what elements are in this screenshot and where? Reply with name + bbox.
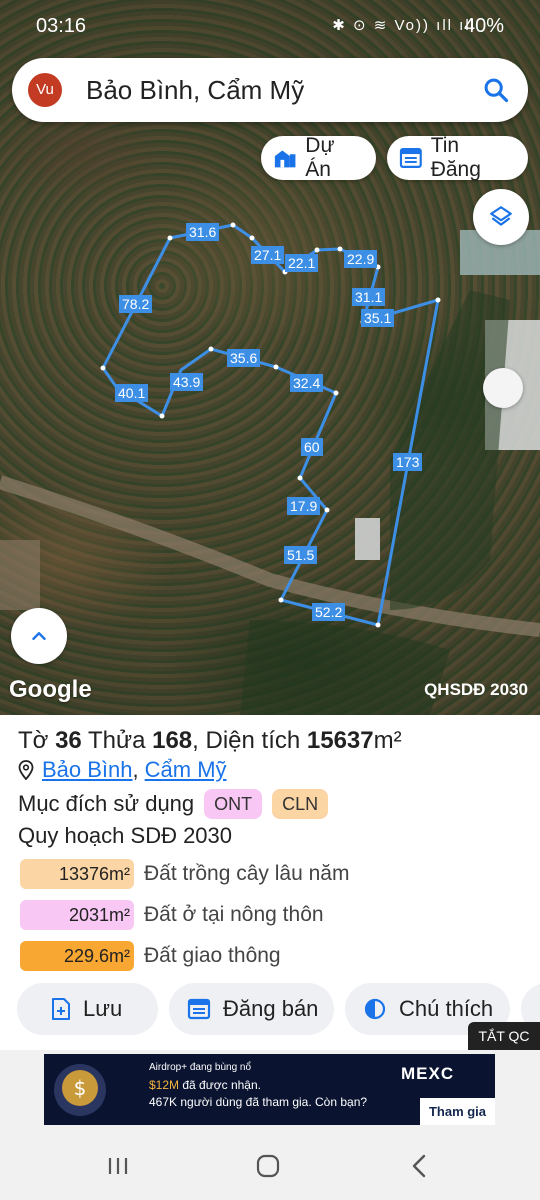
system-nav-bar bbox=[0, 1132, 540, 1200]
search-icon[interactable] bbox=[482, 76, 510, 104]
calendar-list-icon bbox=[187, 998, 211, 1020]
action-bar: Lưu Đăng bán Chú thích bbox=[0, 983, 540, 1037]
segment-length-label: 31.1 bbox=[352, 288, 386, 306]
location-separator: , bbox=[132, 757, 139, 782]
status-bar: 03:16 ✱ ⊙ ≋ Vo)) ıll ıll 40% bbox=[0, 0, 540, 52]
save-button[interactable]: Lưu bbox=[17, 983, 158, 1035]
post-for-sale-button[interactable]: Đăng bán bbox=[169, 983, 334, 1035]
segment-length-label: 27.1 bbox=[251, 246, 285, 264]
chevron-up-icon bbox=[32, 632, 46, 640]
segment-length-label: 40.1 bbox=[115, 384, 149, 402]
plan-row: 13376m² Đất trồng cây lâu năm bbox=[20, 859, 349, 889]
purpose-label: Mục đích sử dụng bbox=[18, 791, 195, 816]
land-purpose: Mục đích sử dụng ONT CLN bbox=[18, 789, 329, 819]
plot-prefix: Thửa bbox=[88, 727, 146, 754]
ad-line-3: 467K người dùng đã tham gia. Còn bạn? bbox=[149, 1095, 368, 1109]
plan-row-name: Đất giao thông bbox=[144, 944, 281, 967]
save-label: Lưu bbox=[83, 996, 123, 1021]
parcel-summary: Tờ 36 Thửa 168, Diện tích 15637m² bbox=[18, 727, 402, 755]
plan-row-area: 229.6m² bbox=[20, 941, 134, 971]
ad-line-1: Airdrop+ đang bùng nổ bbox=[149, 1062, 252, 1073]
du-an-label: Dự Án bbox=[305, 134, 335, 181]
segment-length-label: 51.5 bbox=[284, 546, 318, 564]
ad-area: $ Airdrop+ đang bùng nổ $12M đã được nhậ… bbox=[0, 1050, 540, 1132]
segment-length-label: 32.4 bbox=[290, 374, 324, 392]
post-for-sale-label: Đăng bán bbox=[223, 996, 319, 1021]
segment-length-label: 22.9 bbox=[344, 250, 378, 268]
ad-brand: MEXC bbox=[401, 1064, 455, 1083]
layers-button[interactable] bbox=[473, 189, 529, 245]
segment-length-label: 17.9 bbox=[287, 497, 321, 515]
segment-length-label: 78.2 bbox=[119, 295, 153, 313]
plan-row-area: 13376m² bbox=[20, 859, 134, 889]
area-prefix: , Diện tích bbox=[192, 727, 301, 754]
layers-icon bbox=[490, 206, 512, 226]
battery-level: 40% bbox=[463, 15, 504, 37]
plan-title: Quy hoạch SDĐ 2030 bbox=[18, 823, 233, 848]
segment-length-label: 173 bbox=[393, 453, 423, 471]
search-bar[interactable]: Vu Bảo Bình, Cẩm Mỹ bbox=[12, 58, 528, 122]
drag-handle-button[interactable] bbox=[483, 368, 523, 408]
back-icon[interactable] bbox=[406, 1152, 434, 1180]
planning-layer-label: QHSDĐ 2030 bbox=[424, 680, 528, 699]
building-icon bbox=[274, 150, 296, 168]
tin-dang-chip[interactable]: Tin Đăng bbox=[387, 134, 528, 181]
search-query[interactable]: Bảo Bình, Cẩm Mỹ bbox=[86, 75, 304, 106]
segment-length-label: 35.1 bbox=[361, 309, 395, 327]
commune-link[interactable]: Bảo Bình bbox=[42, 757, 133, 783]
plot-number: 168 bbox=[152, 727, 193, 754]
segment-length-label: 60 bbox=[301, 438, 323, 456]
segment-length-label: 43.9 bbox=[170, 373, 204, 391]
calendar-list-icon bbox=[399, 148, 422, 168]
du-an-chip[interactable]: Dự Án bbox=[261, 134, 376, 181]
close-ad-button[interactable]: TẮT QC bbox=[468, 1022, 540, 1050]
ad-cta-button[interactable]: Tham gia ngay bbox=[420, 1098, 495, 1125]
avatar[interactable]: Vu bbox=[28, 73, 62, 107]
sheet-number: 36 bbox=[55, 727, 82, 754]
home-icon[interactable] bbox=[254, 1152, 282, 1180]
segment-length-label: 22.1 bbox=[285, 254, 319, 272]
tin-dang-label: Tin Đăng bbox=[430, 134, 481, 181]
coin-illustration-icon: $ bbox=[54, 1064, 106, 1116]
legend-label: Chú thích bbox=[399, 996, 494, 1021]
ad-line-2: $12M đã được nhận. bbox=[149, 1078, 261, 1092]
contrast-icon bbox=[364, 998, 386, 1020]
sheet-prefix: Tờ bbox=[18, 727, 49, 754]
plan-row-area: 2031m² bbox=[20, 900, 134, 930]
file-add-icon bbox=[52, 998, 70, 1020]
parcel-boundary bbox=[101, 223, 440, 627]
purpose-tag-cln: CLN bbox=[272, 789, 329, 819]
ad-amount: $12M bbox=[149, 1078, 180, 1092]
status-time: 03:16 bbox=[36, 15, 87, 37]
area-unit: m² bbox=[373, 727, 402, 754]
location-pin-icon bbox=[18, 760, 34, 780]
purpose-tag-ont: ONT bbox=[204, 789, 263, 819]
area-value: 15637 bbox=[306, 727, 374, 754]
google-logo: Google bbox=[9, 676, 92, 703]
plan-row: 229.6m² Đất giao thông bbox=[20, 941, 281, 971]
svg-text:$: $ bbox=[74, 1076, 87, 1100]
segment-length-label: 31.6 bbox=[186, 223, 220, 241]
ad-line-2-rest: đã được nhận. bbox=[179, 1078, 261, 1092]
recent-apps-icon[interactable] bbox=[104, 1152, 132, 1180]
segment-length-label: 35.6 bbox=[227, 349, 261, 367]
district-link[interactable]: Cẩm Mỹ bbox=[145, 757, 227, 783]
ad-banner[interactable]: $ Airdrop+ đang bùng nổ $12M đã được nhậ… bbox=[44, 1054, 495, 1125]
plan-row-name: Đất ở tại nông thôn bbox=[144, 903, 324, 926]
segment-length-label: 52.2 bbox=[312, 603, 346, 621]
status-icons: ✱ ⊙ ≋ Vo)) ıll ıll bbox=[332, 17, 476, 34]
plan-row-name: Đất trồng cây lâu năm bbox=[144, 862, 350, 885]
parcel-location: Bảo Bình, Cẩm Mỹ bbox=[18, 757, 227, 783]
parcel-info-panel: Tờ 36 Thửa 168, Diện tích 15637m² Bảo Bì… bbox=[0, 715, 540, 1050]
plan-row: 2031m² Đất ở tại nông thôn bbox=[20, 900, 324, 930]
expand-panel-button[interactable] bbox=[11, 608, 67, 664]
